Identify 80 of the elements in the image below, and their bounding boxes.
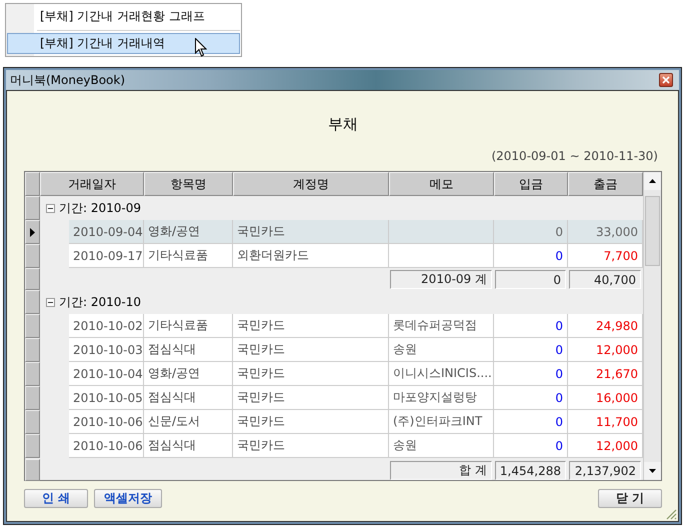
table-cell: 11,700 — [568, 410, 643, 434]
table-cell: 0 — [494, 338, 568, 362]
table-cell: 기타식료품 — [144, 244, 233, 268]
table-cell: 국민카드 — [233, 220, 389, 244]
table-cell: 국민카드 — [233, 314, 389, 338]
subtotal-value: 0 — [495, 270, 566, 289]
table-cell: 0 — [494, 314, 568, 338]
table-cell: (주)인터파크INT — [389, 410, 494, 434]
table-cell: 2010-09-04 — [69, 220, 144, 244]
print-button[interactable]: 인 쇄 — [24, 489, 88, 508]
menu-item[interactable]: [부채] 기간내 거래내역 — [7, 33, 240, 54]
table-cell: 2010-09-17 — [69, 244, 144, 268]
close-icon — [662, 76, 670, 84]
column-header[interactable]: 메모 — [389, 172, 494, 196]
table-cell: 0 — [494, 362, 568, 386]
table-cell: 국민카드 — [233, 410, 389, 434]
table-cell: 0 — [494, 410, 568, 434]
table-cell: 이니시스INICIS.... — [389, 362, 494, 386]
table-cell: 외환더원카드 — [233, 244, 389, 268]
group-label: 기간: 2010-09 — [59, 200, 141, 216]
collapse-icon[interactable] — [46, 298, 55, 306]
close-button[interactable] — [659, 73, 673, 87]
table-cell: 영화/공연 — [144, 362, 233, 386]
report-title: 부채 — [328, 114, 358, 134]
table-cell: 국민카드 — [233, 362, 389, 386]
row-pointer-icon — [30, 228, 35, 236]
scrollbar[interactable] — [643, 172, 661, 480]
table-cell: 0 — [494, 244, 568, 268]
group-label: 기간: 2010-10 — [59, 294, 141, 310]
table-cell: 24,980 — [568, 314, 643, 338]
table-cell: 0 — [494, 434, 568, 458]
table-cell: 12,000 — [568, 338, 643, 362]
table-cell: 2010-10-06 — [69, 410, 144, 434]
total-value: 2,137,902 — [569, 461, 641, 480]
table-cell: 점심식대 — [144, 434, 233, 458]
table-cell: 신문/도서 — [144, 410, 233, 434]
table-cell: 7,700 — [568, 244, 643, 268]
table-cell: 점심식대 — [144, 386, 233, 410]
column-header[interactable]: 출금 — [568, 172, 643, 196]
table-cell: 기타식료품 — [144, 314, 233, 338]
menu-item[interactable]: [부채] 기간내 거래현황 그래프 — [7, 6, 240, 27]
table-cell: 2010-10-06 — [69, 434, 144, 458]
mouse-cursor-icon — [195, 38, 207, 57]
table-cell: 12,000 — [568, 434, 643, 458]
scroll-down-icon[interactable] — [649, 469, 656, 473]
column-header[interactable]: 계정명 — [233, 172, 389, 196]
resize-grip-icon[interactable] — [665, 508, 677, 520]
scroll-up-icon[interactable] — [649, 179, 656, 183]
table-cell: 롯데슈퍼공덕점 — [389, 314, 494, 338]
column-header[interactable]: 입금 — [494, 172, 568, 196]
subtotal-label: 2010-09 계 — [390, 270, 492, 289]
excel-save-button[interactable]: 액셀저장 — [94, 489, 162, 508]
table-cell: 국민카드 — [233, 434, 389, 458]
table-cell: 21,670 — [568, 362, 643, 386]
table-cell: 16,000 — [568, 386, 643, 410]
scroll-thumb[interactable] — [645, 196, 660, 266]
table-cell: 송원 — [389, 434, 494, 458]
table-cell: 2010-10-05 — [69, 386, 144, 410]
close-dialog-button[interactable]: 닫 기 — [598, 489, 662, 508]
total-value: 1,454,288 — [495, 461, 566, 480]
total-label: 합 계 — [390, 461, 492, 480]
table-cell: 점심식대 — [144, 338, 233, 362]
column-header[interactable]: 거래일자 — [40, 172, 144, 196]
table-cell: 33,000 — [568, 220, 643, 244]
subtotal-value: 40,700 — [569, 270, 641, 289]
table-cell: 마포양지설렁탕 — [389, 386, 494, 410]
period-text: (2010-09-01 ~ 2010-11-30) — [491, 149, 658, 163]
table-cell: 국민카드 — [233, 338, 389, 362]
table-cell: 국민카드 — [233, 386, 389, 410]
table-cell: 2010-10-03 — [69, 338, 144, 362]
collapse-icon[interactable] — [46, 204, 55, 212]
column-header[interactable]: 항목명 — [144, 172, 233, 196]
table-cell: 2010-10-04 — [69, 362, 144, 386]
table-cell: 0 — [494, 386, 568, 410]
row-header[interactable] — [25, 220, 40, 244]
table-cell: 2010-10-02 — [69, 314, 144, 338]
table-cell: 송원 — [389, 338, 494, 362]
table-cell: 영화/공연 — [144, 220, 233, 244]
table-cell: 0 — [494, 220, 568, 244]
window-title: 머니북(MoneyBook) — [10, 72, 126, 88]
